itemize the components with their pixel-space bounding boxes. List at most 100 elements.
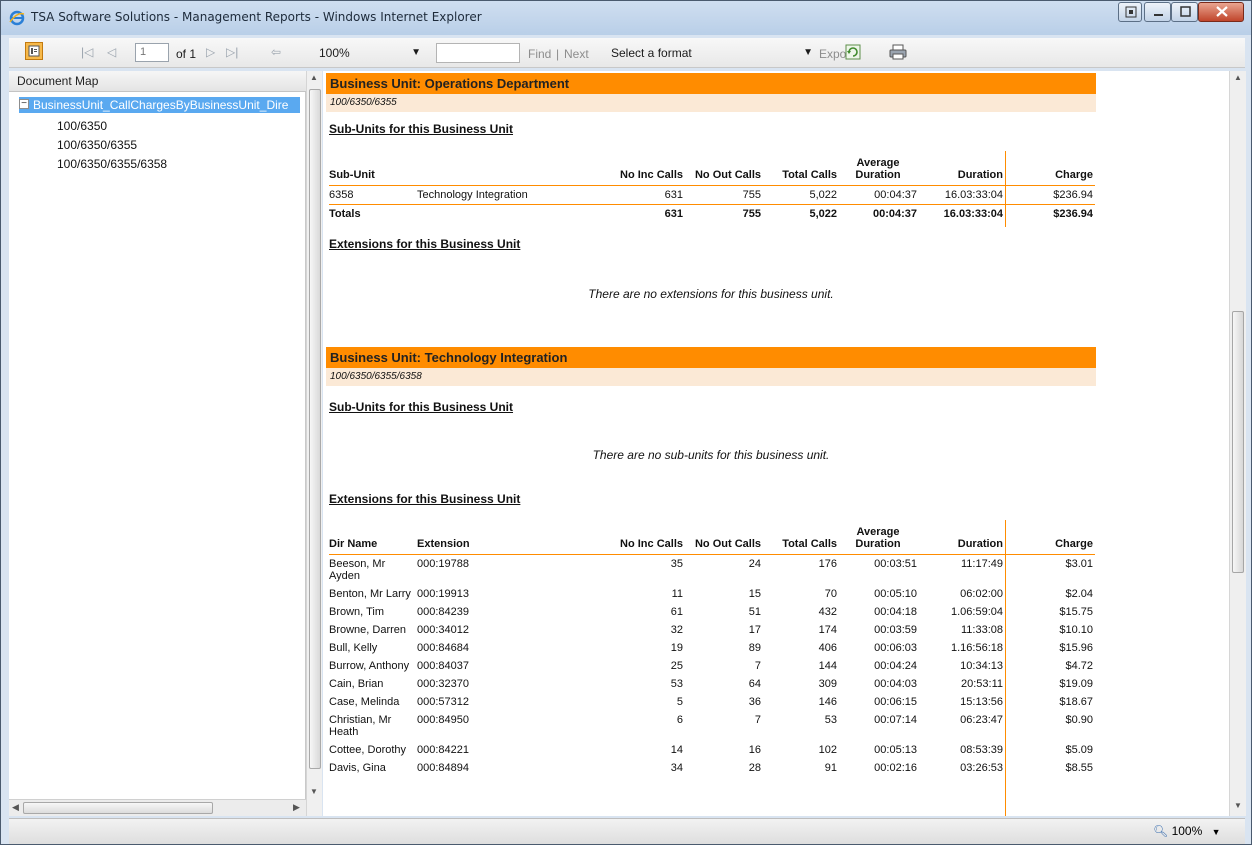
business-unit-path: 100/6350/6355/6358	[326, 368, 1096, 386]
table-cell: Case, Melinda	[329, 695, 400, 708]
table-row: Burrow, Anthony 000:84037 25 7 144 00:04:24 10…	[329, 657, 1095, 675]
column-header: Total Calls	[763, 151, 839, 186]
find-text-input[interactable]	[436, 43, 520, 63]
table-cell: 51	[748, 605, 761, 618]
table-cell: 144	[818, 659, 837, 672]
scroll-up-icon[interactable]: ▲	[1234, 73, 1242, 82]
table-cell: 5	[676, 695, 683, 708]
scroll-right-icon[interactable]: ▶	[293, 802, 300, 813]
table-cell: $3.01	[1065, 557, 1093, 570]
first-page-icon[interactable]: |◁	[81, 45, 93, 59]
zoom-value: 100%	[319, 46, 350, 60]
table-cell: 00:03:51	[874, 557, 917, 570]
table-cell: 631	[597, 203, 685, 223]
status-bar: 🔍︎ 100% ▼	[9, 818, 1245, 844]
table-cell: 000:34012	[417, 623, 469, 636]
scroll-thumb[interactable]	[309, 89, 321, 769]
table-row: Bull, Kelly 000:84684 19 89 406 00:06:03 1.16:…	[329, 639, 1095, 657]
table-cell: 32	[670, 623, 683, 636]
scroll-left-icon[interactable]: ◀	[12, 802, 19, 813]
table-cell: $5.09	[1065, 743, 1093, 756]
column-header: Extension	[417, 520, 597, 555]
extensions-table: Dir Name Extension No Inc Calls No Out C…	[329, 520, 1095, 777]
current-page-input[interactable]: 1	[135, 43, 169, 62]
scroll-down-icon[interactable]: ▼	[1234, 801, 1242, 810]
table-cell: Beeson, Mr Ayden	[329, 557, 386, 582]
document-map-item[interactable]: 100/6350/6355	[57, 138, 137, 152]
table-cell: 00:04:37	[839, 203, 919, 223]
table-cell: 16.03:33:04	[944, 188, 1003, 201]
table-cell: 15	[748, 587, 761, 600]
table-cell: Totals	[329, 203, 417, 223]
close-button[interactable]	[1198, 2, 1244, 22]
table-cell: 19	[670, 641, 683, 654]
table-cell: $236.94	[1005, 203, 1095, 223]
totals-row: Totals 631 755 5,022 00:04:37 16.03:33:0…	[329, 203, 1095, 223]
column-header: Charge	[1005, 520, 1095, 555]
business-unit-path: 100/6350/6355	[326, 94, 1096, 112]
table-cell: 89	[748, 641, 761, 654]
scroll-down-icon[interactable]: ▼	[310, 787, 318, 796]
table-cell: 15:13:56	[960, 695, 1003, 708]
refresh-icon[interactable]	[845, 44, 861, 60]
column-header: Duration	[919, 151, 1005, 186]
column-header: No Inc Calls	[597, 151, 685, 186]
column-header	[417, 151, 597, 186]
table-header-row: Dir Name Extension No Inc Calls No Out C…	[329, 520, 1095, 555]
table-cell: 11:17:49	[960, 557, 1003, 570]
document-map-header: Document Map	[9, 71, 306, 92]
table-cell: $15.75	[1059, 605, 1093, 618]
table-cell: 000:19913	[417, 587, 469, 600]
document-map-splitter-scrollbar[interactable]: ▲ ▼	[306, 71, 322, 816]
chevron-down-icon: ▼	[411, 47, 421, 58]
next-page-icon[interactable]: ▷	[206, 45, 215, 59]
compatibility-icon	[1125, 6, 1137, 18]
back-to-parent-icon[interactable]: ⇦	[271, 45, 281, 59]
find-next-link[interactable]: Next	[564, 47, 589, 61]
table-cell: 36	[748, 695, 761, 708]
minimize-button[interactable]	[1144, 2, 1171, 22]
table-cell: 1.16:56:18	[951, 641, 1003, 654]
collapse-icon[interactable]: −	[19, 99, 29, 109]
table-cell: 000:57312	[417, 695, 469, 708]
table-cell: 06:02:00	[960, 587, 1003, 600]
table-cell: 24	[748, 557, 761, 570]
zoom-icon: 🔍︎	[1153, 824, 1169, 838]
export-format-select[interactable]: Select a format ▼	[607, 43, 817, 63]
find-link[interactable]: Find	[528, 47, 551, 61]
zoom-level-control[interactable]: 🔍︎ 100% ▼	[1153, 824, 1221, 838]
last-page-icon[interactable]: ▷|	[226, 45, 238, 59]
horizontal-scroll-thumb[interactable]	[23, 802, 213, 814]
previous-page-icon[interactable]: ◁	[107, 45, 116, 59]
table-cell: $8.55	[1065, 761, 1093, 774]
table-cell: 000:84894	[417, 761, 469, 774]
maximize-button[interactable]	[1171, 2, 1198, 22]
table-cell: 000:84239	[417, 605, 469, 618]
document-map-item[interactable]: 100/6350	[57, 119, 107, 133]
table-row: Case, Melinda 000:57312 5 36 146 00:06:15 15:1…	[329, 693, 1095, 711]
table-cell: 631	[664, 188, 683, 201]
table-cell: 00:06:15	[874, 695, 917, 708]
report-viewport: Business Unit: Operations Department 100…	[323, 71, 1229, 816]
table-cell: 34	[670, 761, 683, 774]
maximize-icon	[1180, 6, 1191, 17]
document-map-toggle-button[interactable]	[25, 42, 43, 60]
no-subunits-message: There are no sub-units for this business…	[592, 448, 830, 462]
no-extensions-message: There are no extensions for this busines…	[588, 287, 834, 301]
table-cell: $18.67	[1059, 695, 1093, 708]
report-vertical-scrollbar[interactable]: ▲ ▼	[1229, 71, 1246, 816]
table-row: Brown, Tim 000:84239 61 51 432 00:04:18 1.06:5…	[329, 603, 1095, 621]
document-map-item[interactable]: 100/6350/6355/6358	[57, 157, 167, 171]
business-unit-header: Business Unit: Operations Department	[326, 73, 1096, 94]
document-map-horizontal-scrollbar[interactable]: ◀ ▶	[9, 799, 306, 816]
scroll-up-icon[interactable]: ▲	[310, 73, 318, 82]
document-map-root-item[interactable]: BusinessUnit_CallChargesByBusinessUnit_D…	[19, 97, 300, 113]
print-icon[interactable]	[889, 44, 907, 60]
table-cell: Christian, Mr Heath	[329, 713, 392, 738]
compatibility-view-button[interactable]	[1118, 2, 1142, 22]
vertical-scroll-thumb[interactable]	[1232, 311, 1244, 573]
extensions-table-body: Beeson, Mr Ayden 000:19788 35 24 176 00:03:51…	[329, 554, 1095, 777]
table-cell: $0.90	[1065, 713, 1093, 726]
zoom-select[interactable]: 100% ▼	[315, 43, 425, 63]
table-cell: $4.72	[1065, 659, 1093, 672]
